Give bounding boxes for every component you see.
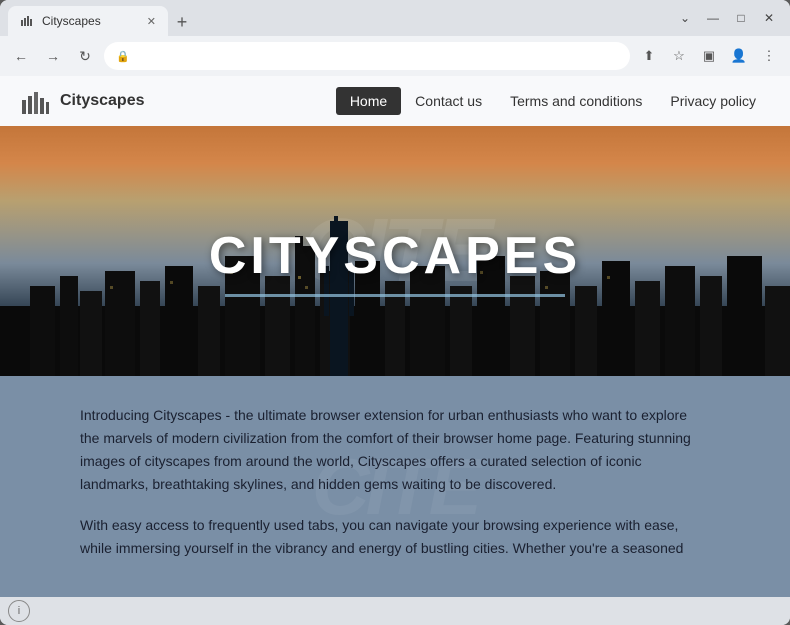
info-paragraph-1: Introducing Cityscapes - the ultimate br… bbox=[80, 404, 710, 496]
info-icon[interactable]: i bbox=[8, 600, 30, 622]
title-bar: Cityscapes ✕ + ⌄ — □ ✕ bbox=[0, 0, 790, 36]
website: Cityscapes Home Contact us Terms and con… bbox=[0, 76, 790, 597]
new-tab-button[interactable]: + bbox=[168, 8, 196, 36]
hero-section: CITE bbox=[0, 126, 790, 376]
bottom-bar: i bbox=[0, 597, 790, 625]
address-bar: ← → ↻ 🔒 ⬆ ☆ ▣ 👤 ⋮ bbox=[0, 36, 790, 76]
nav-terms[interactable]: Terms and conditions bbox=[496, 87, 656, 115]
info-section: CITE Introducing Cityscapes - the ultima… bbox=[0, 376, 790, 597]
logo-icon bbox=[20, 86, 50, 116]
info-paragraph-2: With easy access to frequently used tabs… bbox=[80, 514, 710, 560]
toolbar-actions: ⬆ ☆ ▣ 👤 ⋮ bbox=[636, 43, 782, 69]
lock-icon: 🔒 bbox=[116, 50, 130, 63]
content-area: Cityscapes Home Contact us Terms and con… bbox=[0, 76, 790, 597]
tab-close-button[interactable]: ✕ bbox=[147, 15, 156, 28]
share-icon[interactable]: ⬆ bbox=[636, 43, 662, 69]
nav-privacy[interactable]: Privacy policy bbox=[656, 87, 770, 115]
chevron-down-icon[interactable]: ⌄ bbox=[672, 5, 698, 31]
reload-button[interactable]: ↻ bbox=[72, 43, 98, 69]
tab-title: Cityscapes bbox=[42, 14, 101, 28]
window-controls: ⌄ — □ ✕ bbox=[672, 5, 782, 31]
tab-favicon bbox=[20, 14, 34, 28]
forward-button[interactable]: → bbox=[40, 43, 66, 69]
url-bar[interactable]: 🔒 bbox=[104, 42, 630, 70]
more-menu-button[interactable]: ⋮ bbox=[756, 43, 782, 69]
hero-title: CITYSCAPES bbox=[209, 226, 581, 286]
bookmark-icon[interactable]: ☆ bbox=[666, 43, 692, 69]
site-logo-text: Cityscapes bbox=[60, 92, 145, 110]
nav-links: Home Contact us Terms and conditions Pri… bbox=[336, 87, 770, 115]
back-button[interactable]: ← bbox=[8, 43, 34, 69]
hero-underline bbox=[225, 294, 565, 297]
site-logo: Cityscapes bbox=[20, 86, 145, 116]
active-tab[interactable]: Cityscapes ✕ bbox=[8, 6, 168, 36]
extensions-icon[interactable]: ▣ bbox=[696, 43, 722, 69]
nav-home[interactable]: Home bbox=[336, 87, 401, 115]
browser-window: Cityscapes ✕ + ⌄ — □ ✕ ← → ↻ 🔒 ⬆ ☆ ▣ 👤 ⋮ bbox=[0, 0, 790, 625]
hero-title-wrapper: CITYSCAPES bbox=[0, 126, 790, 376]
nav-contact[interactable]: Contact us bbox=[401, 87, 496, 115]
close-button[interactable]: ✕ bbox=[756, 5, 782, 31]
tab-bar: Cityscapes ✕ + bbox=[8, 0, 668, 36]
profile-icon[interactable]: 👤 bbox=[726, 43, 752, 69]
minimize-button[interactable]: — bbox=[700, 5, 726, 31]
maximize-button[interactable]: □ bbox=[728, 5, 754, 31]
site-nav: Cityscapes Home Contact us Terms and con… bbox=[0, 76, 790, 126]
